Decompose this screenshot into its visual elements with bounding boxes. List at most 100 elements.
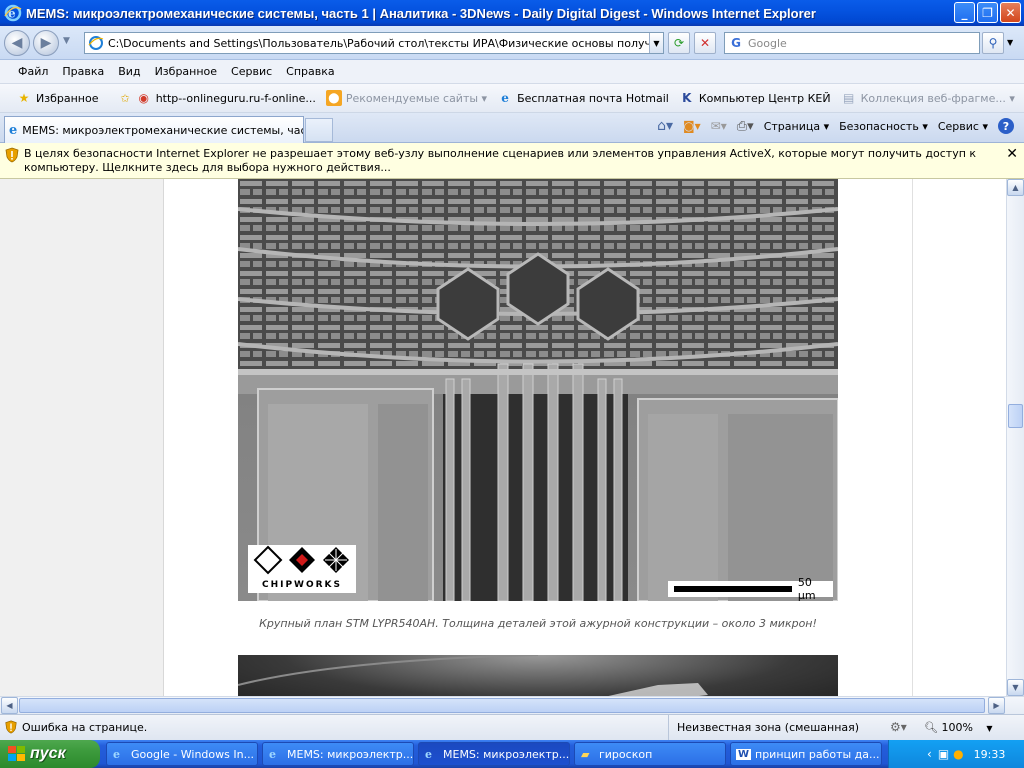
second-image [238, 655, 838, 696]
scroll-up-icon[interactable]: ▲ [1007, 179, 1024, 196]
mems-microscope-image: CHIPWORKS 50 μm [238, 179, 838, 601]
search-placeholder: Google [748, 36, 787, 50]
refresh-icon[interactable]: ⟳ [668, 32, 690, 54]
favorite-item-suggested-sites[interactable]: ⬤ Рекомендуемые сайты ▾ [325, 90, 487, 106]
taskbar-item[interactable]: ▰ гироскоп [574, 742, 726, 766]
taskbar-item[interactable]: e Google - Windows In... [106, 742, 258, 766]
tab-label: MEMS: микроэлектромеханические системы, … [22, 123, 304, 137]
taskbar: пуск e Google - Windows In... e MEMS: ми… [0, 740, 1024, 768]
print-icon[interactable]: ⎙▾ [737, 119, 754, 134]
status-bar: Ошибка на странице. Неизвестная зона (см… [0, 714, 1024, 741]
address-field[interactable]: C:\Documents and Settings\Пользователь\Р… [84, 32, 664, 54]
search-button[interactable]: ⚲ [982, 32, 1004, 54]
protected-mode-icon[interactable]: ⚙▾ [890, 720, 907, 734]
shield-warning-icon [5, 147, 19, 163]
back-button[interactable]: ◀ [4, 30, 30, 56]
status-text: Ошибка на странице. [22, 721, 148, 734]
google-icon: G [731, 36, 741, 50]
favorite-item-label: Бесплатная почта Hotmail [517, 91, 669, 105]
scale-bar: 50 μm [668, 576, 833, 601]
second-image-graphic [238, 655, 708, 696]
scroll-down-icon[interactable]: ▼ [1007, 679, 1024, 696]
mems-structure-graphic [238, 179, 838, 601]
menu-favorites[interactable]: Избранное [155, 65, 217, 78]
menu-tools[interactable]: Сервис [231, 65, 272, 78]
mail-icon[interactable]: ✉▾ [711, 119, 727, 133]
security-zone[interactable]: Неизвестная зона (смешанная) [668, 715, 886, 741]
command-bar: ⌂▾ ◙▾ ✉▾ ⎙▾ Страница ▾ Безопасность ▾ Се… [657, 118, 1014, 134]
scroll-left-icon[interactable]: ◀ [1, 697, 18, 714]
site-icon: ◉ [138, 91, 149, 105]
tray-arrow-icon[interactable]: ‹ [927, 747, 932, 761]
favorite-item-computer-center[interactable]: K Компьютер Центр КЕЙ [679, 90, 830, 106]
network-icon[interactable]: ▣ [938, 747, 949, 761]
page-error-icon[interactable] [4, 720, 18, 734]
folder-icon: ▰ [581, 747, 590, 761]
vertical-scroll-thumb[interactable] [1008, 404, 1023, 428]
ie-icon: e [425, 747, 432, 761]
chipworks-text: CHIPWORKS [261, 580, 343, 590]
windows-logo-icon [8, 746, 25, 761]
menu-file[interactable]: Файл [18, 65, 48, 78]
favorite-item-label: Коллекция веб-фрагме... ▾ [860, 91, 1015, 105]
favorites-bar: ★ Избранное ✩ ◉ http--onlineguru.ru-f-on… [0, 84, 1024, 113]
close-window-button[interactable]: ✕ [1000, 2, 1021, 23]
zoom-dropdown-icon[interactable]: ▼ [986, 724, 992, 733]
minimize-button[interactable]: _ [954, 2, 975, 23]
page-menu[interactable]: Страница ▾ [764, 120, 829, 133]
chipworks-logo: CHIPWORKS [248, 545, 356, 593]
safety-menu[interactable]: Безопасность ▾ [839, 120, 928, 133]
new-tab-button[interactable] [305, 118, 333, 142]
horizontal-scrollbar[interactable]: ◀ ▶ [0, 696, 1024, 714]
chipworks-diamonds-icon [253, 545, 349, 575]
window-titlebar[interactable]: e MEMS: микроэлектромеханические системы… [0, 0, 1024, 26]
history-dropdown-icon[interactable]: ▼ [63, 36, 70, 46]
search-input[interactable]: G Google [724, 32, 980, 54]
tray-app-icon[interactable]: ● [953, 747, 963, 761]
home-icon[interactable]: ⌂▾ [657, 118, 673, 134]
word-icon: W [736, 748, 752, 760]
site-icon: K [682, 91, 692, 105]
menu-bar: Файл Правка Вид Избранное Сервис Справка [0, 60, 1024, 84]
ie-icon: e [269, 747, 276, 761]
favorite-item-web-slice-gallery[interactable]: ▤ Коллекция веб-фрагме... ▾ [841, 90, 1015, 106]
tab-active[interactable]: e MEMS: микроэлектромеханические системы… [4, 116, 304, 143]
favorite-item-onlineguru[interactable]: ◉ http--onlineguru.ru-f-online... [136, 90, 315, 106]
taskbar-item[interactable]: e MEMS: микроэлектр... [262, 742, 414, 766]
favorites-button[interactable]: ★ Избранное [16, 90, 99, 106]
zoom-icon: 🔍︎ [924, 721, 938, 734]
stop-icon[interactable]: ✕ [694, 32, 716, 54]
vertical-scrollbar[interactable]: ▲ ▼ [1006, 179, 1024, 696]
zoom-control[interactable]: 🔍︎ 100% ▼ [924, 721, 993, 734]
infobar-close-icon[interactable]: ✕ [1006, 146, 1018, 162]
feeds-icon[interactable]: ◙▾ [683, 119, 701, 133]
scroll-right-icon[interactable]: ▶ [988, 697, 1005, 714]
left-sidebar [0, 179, 163, 696]
ie-icon: e [113, 747, 120, 761]
help-icon[interactable]: ? [998, 118, 1014, 134]
menu-help[interactable]: Справка [286, 65, 334, 78]
security-infobar[interactable]: В целях безопасности Internet Explorer н… [0, 143, 1024, 179]
address-toolbar: ◀ ▶ ▼ C:\Documents and Settings\Пользова… [0, 26, 1024, 60]
maximize-button[interactable]: ❐ [977, 2, 998, 23]
tab-bar: e MEMS: микроэлектромеханические системы… [0, 113, 1024, 143]
search-options-icon[interactable]: ▼ [1007, 38, 1013, 47]
star-icon: ★ [18, 91, 30, 105]
zone-label: Неизвестная зона (смешанная) [677, 721, 860, 734]
add-favorite-icon[interactable]: ✩ [120, 92, 129, 105]
taskbar-item-active[interactable]: e MEMS: микроэлектр... [418, 742, 570, 766]
taskbar-item[interactable]: W принцип работы да... [730, 742, 882, 766]
infobar-message: В целях безопасности Internet Explorer н… [24, 147, 977, 174]
start-button[interactable]: пуск [0, 740, 100, 768]
ie-logo-icon: e [4, 4, 22, 22]
ie-page-icon: e [501, 91, 509, 105]
forward-button[interactable]: ▶ [33, 30, 59, 56]
zoom-level: 100% [941, 721, 973, 734]
menu-view[interactable]: Вид [118, 65, 140, 78]
favorite-item-hotmail[interactable]: e Бесплатная почта Hotmail [497, 90, 669, 106]
address-dropdown-icon[interactable]: ▼ [649, 33, 663, 53]
ie-page-icon [88, 36, 104, 50]
tools-menu[interactable]: Сервис ▾ [938, 120, 988, 133]
menu-edit[interactable]: Правка [62, 65, 104, 78]
horizontal-scroll-thumb[interactable] [19, 698, 985, 713]
